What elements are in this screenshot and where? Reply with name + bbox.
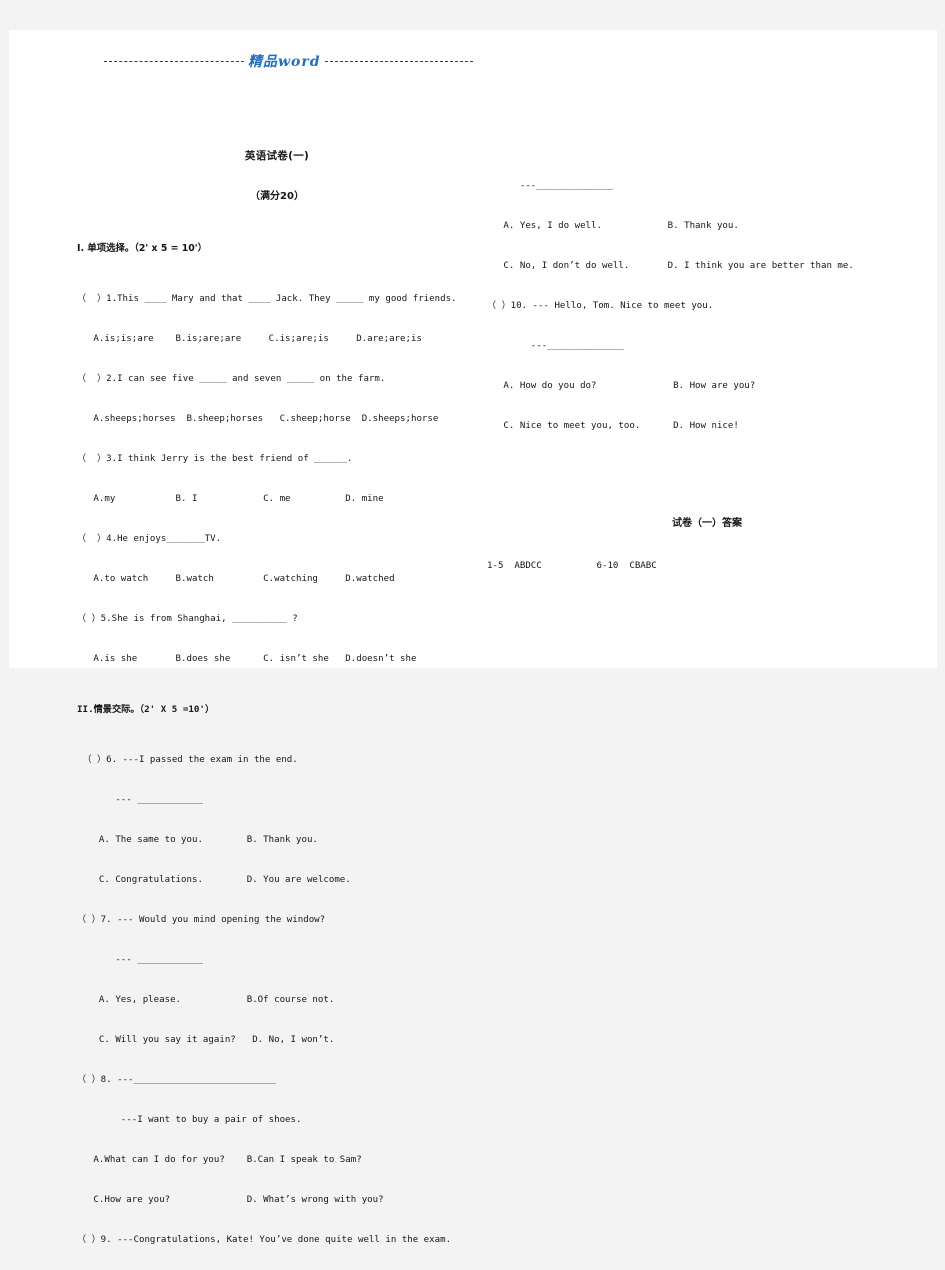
option-line: A. Yes, I do well. B. Thank you.: [487, 221, 739, 231]
question-line: （ ）8. ---__________________________: [77, 1075, 276, 1085]
dashed-rule-right-icon: [324, 60, 473, 62]
answer-blank-line: ---______________: [487, 341, 624, 351]
option-line: A.is she B.does she C. isn’t she D.doesn…: [77, 654, 417, 664]
section-two-heading: II.情景交际。（2' X 5 =10'）: [77, 704, 215, 715]
option-line: C. Congratulations. D. You are welcome.: [77, 875, 351, 885]
answer-blank-line: --- ____________: [77, 795, 203, 805]
column-top-spacer: [487, 136, 927, 146]
option-line: A.sheeps;horses B.sheep;horses C.sheep;h…: [77, 414, 439, 424]
question-line: （ ）5.She is from Shanghai, __________ ?: [77, 614, 298, 624]
dashed-rule-left-icon: [104, 60, 244, 62]
watermark-header: 精品word: [104, 48, 504, 74]
document-page: 精品word 英语试卷(一) （满分20） I. 单项选择。（2' x 5 = …: [9, 30, 937, 1245]
page-subtitle: （满分20）: [250, 191, 304, 202]
answer-key-spacer: [487, 466, 927, 482]
option-line: A.my B. I C. me D. mine: [77, 494, 384, 504]
answer-key-line: 1-5 ABDCC 6-10 CBABC: [487, 561, 657, 571]
question-line: （ ）3.I think Jerry is the best friend of…: [77, 454, 353, 464]
question-continuation-line: ---I want to buy a pair of shoes.: [77, 1115, 302, 1125]
question-line: （ ）10. --- Hello, Tom. Nice to meet you.: [487, 301, 714, 311]
option-line: C. Will you say it again? D. No, I won’t…: [77, 1035, 335, 1045]
option-line: C.How are you? D. What’s wrong with you?: [77, 1195, 384, 1205]
option-line: C. No, I don’t do well. D. I think you a…: [487, 261, 854, 271]
question-line: （ ）9. ---Congratulations, Kate! You’ve d…: [77, 1235, 452, 1245]
question-line: （ ）6. ---I passed the exam in the end.: [77, 755, 298, 765]
watermark-label: 精品word: [248, 54, 321, 70]
right-column: ---______________ A. Yes, I do well. B. …: [487, 116, 927, 596]
question-line: （ ）4.He enjoys_______TV.: [77, 534, 222, 544]
option-line: A. Yes, please. B.Of course not.: [77, 995, 335, 1005]
option-line: A. How do you do? B. How are you?: [487, 381, 756, 391]
question-line: （ ）7. --- Would you mind opening the win…: [77, 915, 326, 925]
section-one-heading: I. 单项选择。（2' x 5 = 10'）: [77, 243, 208, 254]
page-title: 英语试卷(一): [244, 150, 310, 162]
answer-blank-line: --- ____________: [77, 955, 203, 965]
option-line: C. Nice to meet you, too. D. How nice!: [487, 421, 739, 431]
question-line: （ ）2.I can see five _____ and seven ____…: [77, 374, 386, 384]
option-line: A. The same to you. B. Thank you.: [77, 835, 318, 845]
option-line: A.What can I do for you? B.Can I speak t…: [77, 1155, 362, 1165]
option-line: A.is;is;are B.is;are;are C.is;are;is D.a…: [77, 334, 422, 344]
answer-blank-line: ---______________: [487, 181, 613, 191]
answer-key-title: 试卷（一）答案: [672, 518, 742, 529]
question-line: （ ）1.This ____ Mary and that ____ Jack. …: [77, 294, 457, 304]
left-column: 英语试卷(一) （满分20） I. 单项选择。（2' x 5 = 10'） （ …: [77, 116, 477, 1270]
option-line: A.to watch B.watch C.watching D.watched: [77, 574, 395, 584]
